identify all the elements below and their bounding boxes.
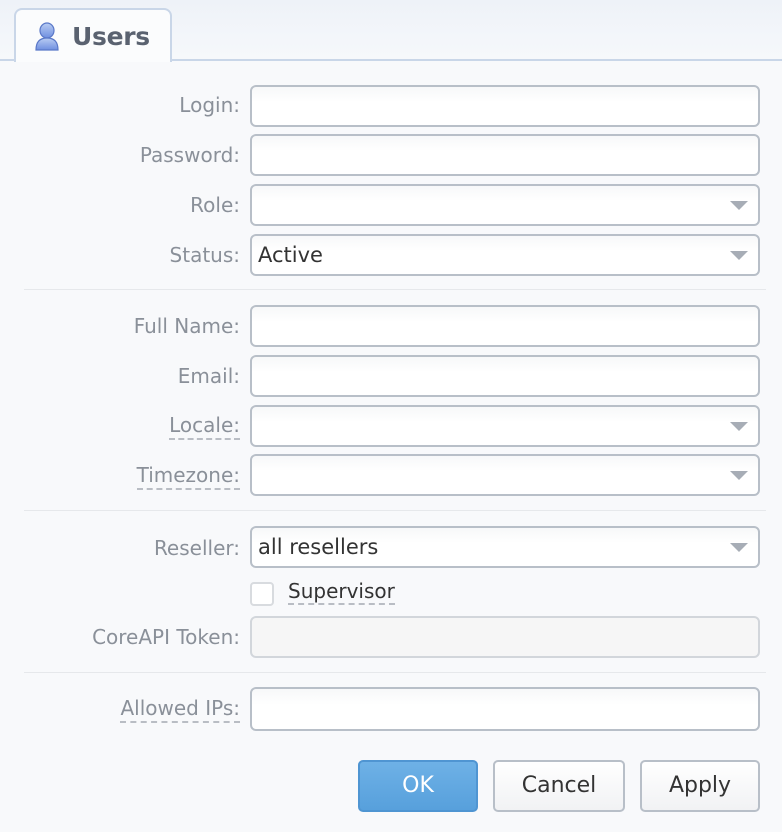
allowed-ips-input[interactable] [250,687,760,731]
timezone-label: Timezone: [136,463,240,490]
divider [24,672,766,673]
chevron-down-icon [730,251,748,260]
reseller-select[interactable]: all resellers [250,526,760,568]
coreapi-token-label: CoreAPI Token: [92,625,240,649]
login-label: Login: [179,93,240,117]
supervisor-checkbox[interactable] [250,582,274,606]
tab-bar: Users [0,0,782,62]
status-value: Active [258,243,323,267]
role-label: Role: [190,193,240,217]
login-input[interactable] [250,85,760,127]
locale-label-text: Locale: [169,413,240,440]
full-name-label: Full Name: [133,314,240,338]
locale-select[interactable] [250,405,760,447]
reseller-value: all resellers [258,535,379,559]
cancel-button[interactable]: Cancel [493,760,625,812]
reseller-label: Reseller: [153,536,240,560]
tab-users[interactable]: Users [14,8,172,62]
divider [24,289,766,290]
full-name-input[interactable] [250,305,760,347]
timezone-label-text: Timezone: [136,463,240,490]
user-icon [34,22,60,52]
chevron-down-icon [730,471,748,480]
apply-button[interactable]: Apply [640,760,760,812]
timezone-select[interactable] [250,454,760,496]
chevron-down-icon [730,201,748,210]
locale-label: Locale: [169,413,240,440]
allowed-ips-label-text: Allowed IPs: [120,696,240,723]
status-select[interactable]: Active [250,234,760,276]
email-input[interactable] [250,355,760,397]
allowed-ips-label: Allowed IPs: [120,696,240,723]
ok-button[interactable]: OK [358,760,478,812]
coreapi-token-input [250,616,760,658]
chevron-down-icon [730,422,748,431]
password-input[interactable] [250,134,760,176]
email-label: Email: [177,364,240,388]
divider [24,510,766,511]
password-label: Password: [139,143,240,167]
status-label: Status: [169,243,240,267]
tab-title: Users [72,21,150,51]
role-select[interactable] [250,184,760,226]
chevron-down-icon [730,543,748,552]
supervisor-label[interactable]: Supervisor [288,579,395,605]
